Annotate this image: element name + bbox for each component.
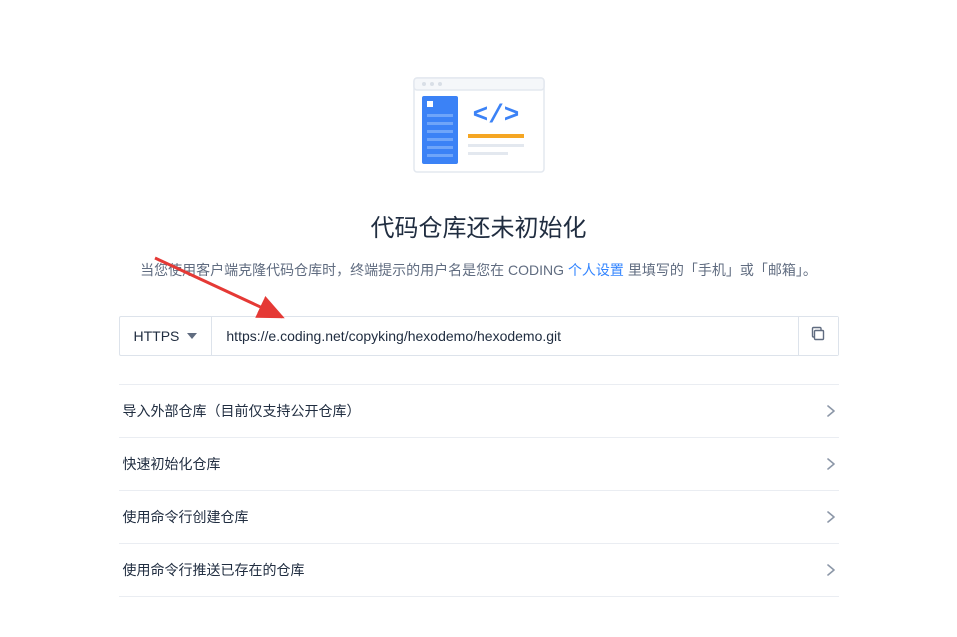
protocol-label: HTTPS — [134, 328, 180, 344]
option-cli-create[interactable]: 使用命令行创建仓库 — [119, 491, 839, 544]
personal-settings-link[interactable]: 个人设置 — [568, 262, 624, 278]
init-options-list: 导入外部仓库（目前仅支持公开仓库） 快速初始化仓库 使用命令行创建仓库 使用命令… — [119, 384, 839, 597]
clone-url-row: HTTPS — [119, 316, 839, 356]
option-label: 使用命令行推送已存在的仓库 — [123, 560, 305, 580]
chevron-right-icon — [827, 511, 835, 523]
option-label: 导入外部仓库（目前仅支持公开仓库） — [123, 401, 361, 421]
option-import-external[interactable]: 导入外部仓库（目前仅支持公开仓库） — [119, 385, 839, 438]
svg-text:</>: </> — [472, 100, 519, 130]
copy-button[interactable] — [798, 317, 838, 355]
option-label: 快速初始化仓库 — [123, 454, 221, 474]
copy-icon — [810, 326, 826, 347]
option-label: 使用命令行创建仓库 — [123, 507, 249, 527]
chevron-right-icon — [827, 564, 835, 576]
subtitle-text-suffix: 里填写的「手机」或「邮箱」。 — [624, 262, 817, 278]
clone-url-input[interactable] — [212, 317, 797, 355]
page-subtitle: 当您使用客户端克隆代码仓库时，终端提示的用户名是您在 CODING 个人设置 里… — [140, 259, 817, 281]
option-quick-init[interactable]: 快速初始化仓库 — [119, 438, 839, 491]
caret-down-icon — [187, 333, 197, 339]
option-cli-push[interactable]: 使用命令行推送已存在的仓库 — [119, 544, 839, 597]
protocol-dropdown[interactable]: HTTPS — [120, 317, 213, 355]
chevron-right-icon — [827, 458, 835, 470]
subtitle-text-prefix: 当您使用客户端克隆代码仓库时，终端提示的用户名是您在 CODING — [140, 262, 568, 278]
chevron-right-icon — [827, 405, 835, 417]
empty-repo-illustration: </> — [404, 70, 554, 180]
page-title: 代码仓库还未初始化 — [371, 208, 587, 243]
